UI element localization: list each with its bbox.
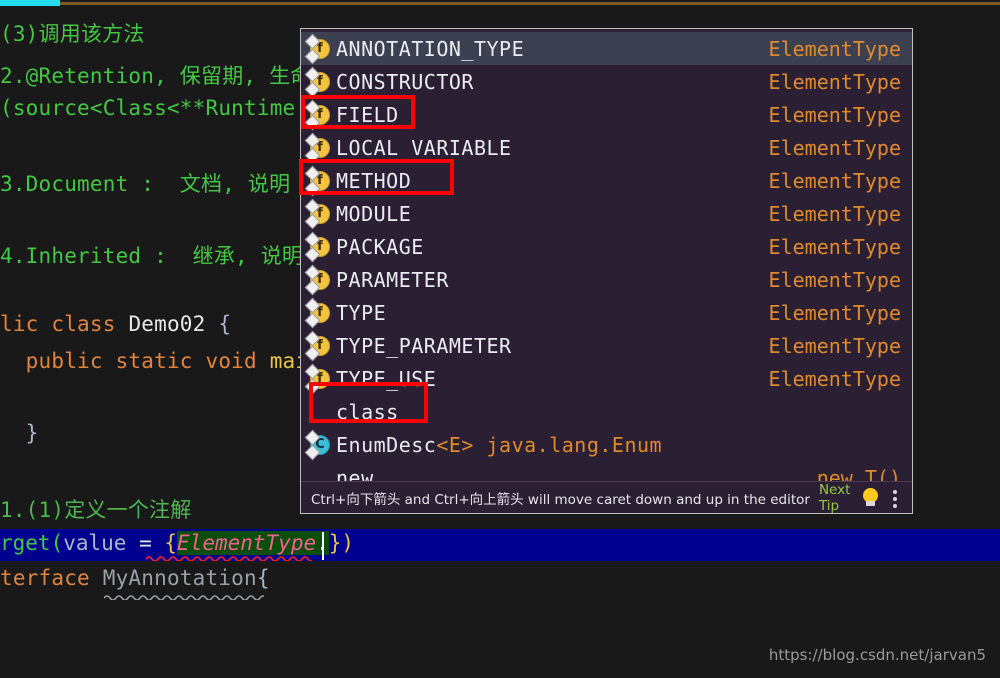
completion-item-module[interactable]: f MODULE ElementType — [301, 197, 912, 230]
completion-item-annotation_type[interactable]: f ANNOTATION_TYPE ElementType — [301, 32, 912, 65]
ide-screenshot-root: (3)调用该方法 2.@Retention, 保留期, 生命 (source<C… — [0, 0, 1000, 678]
completion-item-field[interactable]: f FIELD ElementType — [301, 98, 912, 131]
completion-item-type: ElementType — [768, 300, 901, 325]
completion-item-label: ANNOTATION_TYPE — [336, 36, 525, 61]
completion-item-method[interactable]: f METHOD ElementType — [301, 164, 912, 197]
target-param: value — [63, 531, 127, 555]
interface-open-brace: { — [256, 566, 270, 590]
completion-item-type: ElementType — [768, 333, 901, 358]
class-open-brace: { — [205, 312, 232, 336]
warning-squiggle-icon — [104, 595, 264, 600]
completion-item-label: LOCAL_VARIABLE — [336, 135, 512, 160]
completion-item-label: METHOD — [336, 168, 412, 193]
completion-item-enumdesc[interactable]: C EnumDesc<E> java.lang.Enum — [301, 428, 912, 461]
editor-line-target-annotation[interactable]: rget(value = {ElementType.}) — [0, 531, 354, 555]
field-icon: f — [310, 335, 336, 356]
completion-item-class[interactable]: class — [301, 395, 912, 428]
completion-item-local_variable[interactable]: f LOCAL_VARIABLE ElementType — [301, 131, 912, 164]
field-icon: f — [310, 236, 336, 257]
completion-item-type: ElementType — [768, 267, 901, 292]
text-caret — [322, 532, 324, 560]
completion-item-label: CONSTRUCTOR — [336, 69, 474, 94]
editor-line-4: 3.Document : 文档, 说明 — [0, 172, 291, 196]
editor-line-2: 2.@Retention, 保留期, 生命 — [0, 64, 312, 88]
target-close-brace: } — [328, 531, 342, 555]
completion-item-label: TYPE — [336, 300, 387, 325]
editor-line-class-decl: lic class Demo02 { — [0, 312, 231, 336]
completion-item-type[interactable]: f TYPE ElementType — [301, 296, 912, 329]
completion-item-parameter[interactable]: f PARAMETER ElementType — [301, 263, 912, 296]
field-icon: f — [310, 302, 336, 323]
completion-item-label: class — [336, 399, 399, 424]
editor-line-5: 4.Inherited : 继承, 说明 — [0, 244, 304, 268]
lightbulb-icon[interactable] — [862, 487, 879, 508]
class-icon: C — [310, 434, 336, 455]
completion-item-type_use[interactable]: f TYPE_USE ElementType — [301, 362, 912, 395]
completion-item-type: ElementType — [768, 201, 901, 226]
completion-item-label: EnumDesc<E> java.lang.Enum — [336, 432, 663, 457]
target-close-paren: ) — [341, 531, 355, 555]
completion-item-package[interactable]: f PACKAGE ElementType — [301, 230, 912, 263]
completion-item-label: PARAMETER — [336, 267, 449, 292]
class-name: Demo02 — [128, 312, 206, 336]
field-icon: f — [310, 38, 336, 59]
completion-item-type: ElementType — [768, 234, 901, 259]
completion-item-type: ElementType — [768, 366, 901, 391]
completion-item-constructor[interactable]: f CONSTRUCTOR ElementType — [301, 65, 912, 98]
target-open-brace: { — [164, 531, 178, 555]
editor-line-3: (source<Class<**Runtime — [0, 96, 296, 120]
interface-keyword: terface — [0, 566, 103, 590]
hint-text: Ctrl+向下箭头 and Ctrl+向上箭头 will move caret … — [311, 491, 810, 508]
editor-line-main-decl: public static void mai — [0, 349, 308, 373]
completion-item-generic: <E> — [436, 432, 474, 457]
progress-track — [60, 2, 1000, 5]
editor-line-closing-brace: } — [0, 421, 39, 445]
progress-accent-segment — [0, 0, 60, 6]
field-icon: f — [310, 137, 336, 158]
completion-item-type: ElementType — [768, 36, 901, 61]
interface-name: MyAnnotation — [102, 566, 257, 590]
field-icon: f — [310, 269, 336, 290]
editor-line-comment-define: 1.(1)定义一个注解 — [0, 498, 192, 522]
class-keyword: lic class — [0, 312, 129, 336]
completion-item-label: FIELD — [336, 102, 399, 127]
target-elementtype-token: ElementType — [177, 531, 317, 555]
field-icon: f — [310, 104, 336, 125]
completion-item-label: TYPE_PARAMETER — [336, 333, 512, 358]
completion-item-label: PACKAGE — [336, 234, 424, 259]
completion-item-label: MODULE — [336, 201, 412, 226]
field-icon: f — [310, 71, 336, 92]
main-modifiers: public static void — [0, 349, 270, 373]
error-squiggle-icon — [146, 556, 312, 561]
completion-item-package: java.lang.Enum — [473, 432, 663, 457]
completion-item-type_parameter[interactable]: f TYPE_PARAMETER ElementType — [301, 329, 912, 362]
completion-item-type: ElementType — [768, 135, 901, 160]
completion-item-type: ElementType — [768, 69, 901, 94]
top-progress-strip — [0, 0, 1000, 8]
editor-line-1: (3)调用该方法 — [0, 22, 145, 46]
target-prefix: rget( — [0, 531, 64, 555]
field-icon: f — [310, 368, 336, 389]
editor-line-interface-decl: terface MyAnnotation{ — [0, 566, 270, 590]
next-tip-link[interactable]: Next Tip — [819, 482, 862, 514]
watermark: https://blog.csdn.net/jarvan5 — [768, 646, 986, 664]
completion-item-label: TYPE_USE — [336, 366, 437, 391]
field-icon: f — [310, 170, 336, 191]
code-completion-popup[interactable]: f ANNOTATION_TYPE ElementType f CONSTRUCTOR E… — [300, 28, 913, 514]
completion-item-type: ElementType — [768, 168, 901, 193]
field-icon: f — [310, 203, 336, 224]
popup-hint-bar: Ctrl+向下箭头 and Ctrl+向上箭头 will move caret … — [301, 481, 912, 513]
completion-item-list[interactable]: f ANNOTATION_TYPE ElementType f CONSTRUCTOR E… — [301, 32, 912, 494]
more-options-icon[interactable] — [893, 488, 898, 508]
target-equals: = — [126, 531, 165, 555]
completion-item-type: ElementType — [768, 102, 901, 127]
